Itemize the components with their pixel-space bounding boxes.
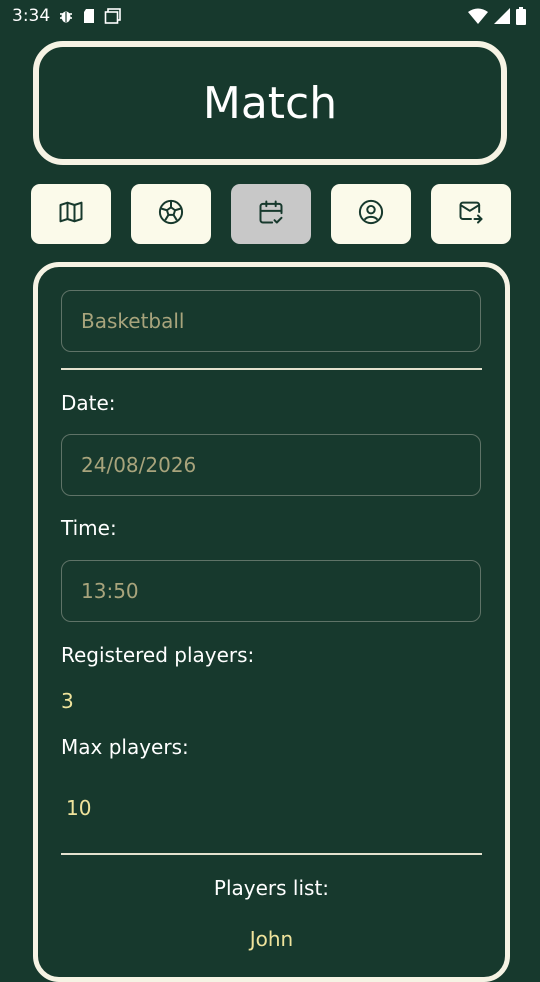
soccer-ball-icon <box>157 198 185 230</box>
nav-map-button[interactable] <box>31 184 111 244</box>
user-circle-icon <box>357 198 385 230</box>
divider <box>61 853 482 855</box>
status-time: 3:34 <box>12 6 51 26</box>
status-right <box>468 7 526 25</box>
page-title: Match <box>202 77 338 129</box>
wifi-icon <box>468 8 488 24</box>
time-label: Time: <box>61 516 117 540</box>
map-icon <box>57 198 85 230</box>
mail-forward-icon <box>457 198 485 230</box>
registered-players-value: 3 <box>61 689 74 713</box>
players-list-label: Players list: <box>213 876 330 900</box>
player-item: John <box>249 927 294 951</box>
nav-calendar-button[interactable] <box>231 184 311 244</box>
divider <box>61 368 482 370</box>
max-players-label: Max players: <box>61 735 189 759</box>
time-field[interactable]: 13:50 <box>61 560 481 622</box>
nav-messages-button[interactable] <box>431 184 511 244</box>
sd-card-icon <box>82 8 96 24</box>
status-bar: 3:34 <box>0 0 540 32</box>
nav-sports-button[interactable] <box>131 184 211 244</box>
registered-players-label: Registered players: <box>61 643 255 667</box>
date-field[interactable]: 24/08/2026 <box>61 434 481 496</box>
date-label: Date: <box>61 391 116 415</box>
match-card <box>33 262 510 982</box>
title-box: Match <box>33 41 507 165</box>
screenshot-icon <box>104 8 122 24</box>
sport-field[interactable]: Basketball <box>61 290 481 352</box>
calendar-check-icon <box>257 198 285 230</box>
nav-profile-button[interactable] <box>331 184 411 244</box>
max-players-value: 10 <box>66 796 92 820</box>
cell-signal-icon <box>494 8 510 24</box>
nav-bar <box>31 184 511 244</box>
status-left: 3:34 <box>12 6 122 26</box>
bug-icon <box>58 8 74 24</box>
battery-icon <box>516 7 526 25</box>
